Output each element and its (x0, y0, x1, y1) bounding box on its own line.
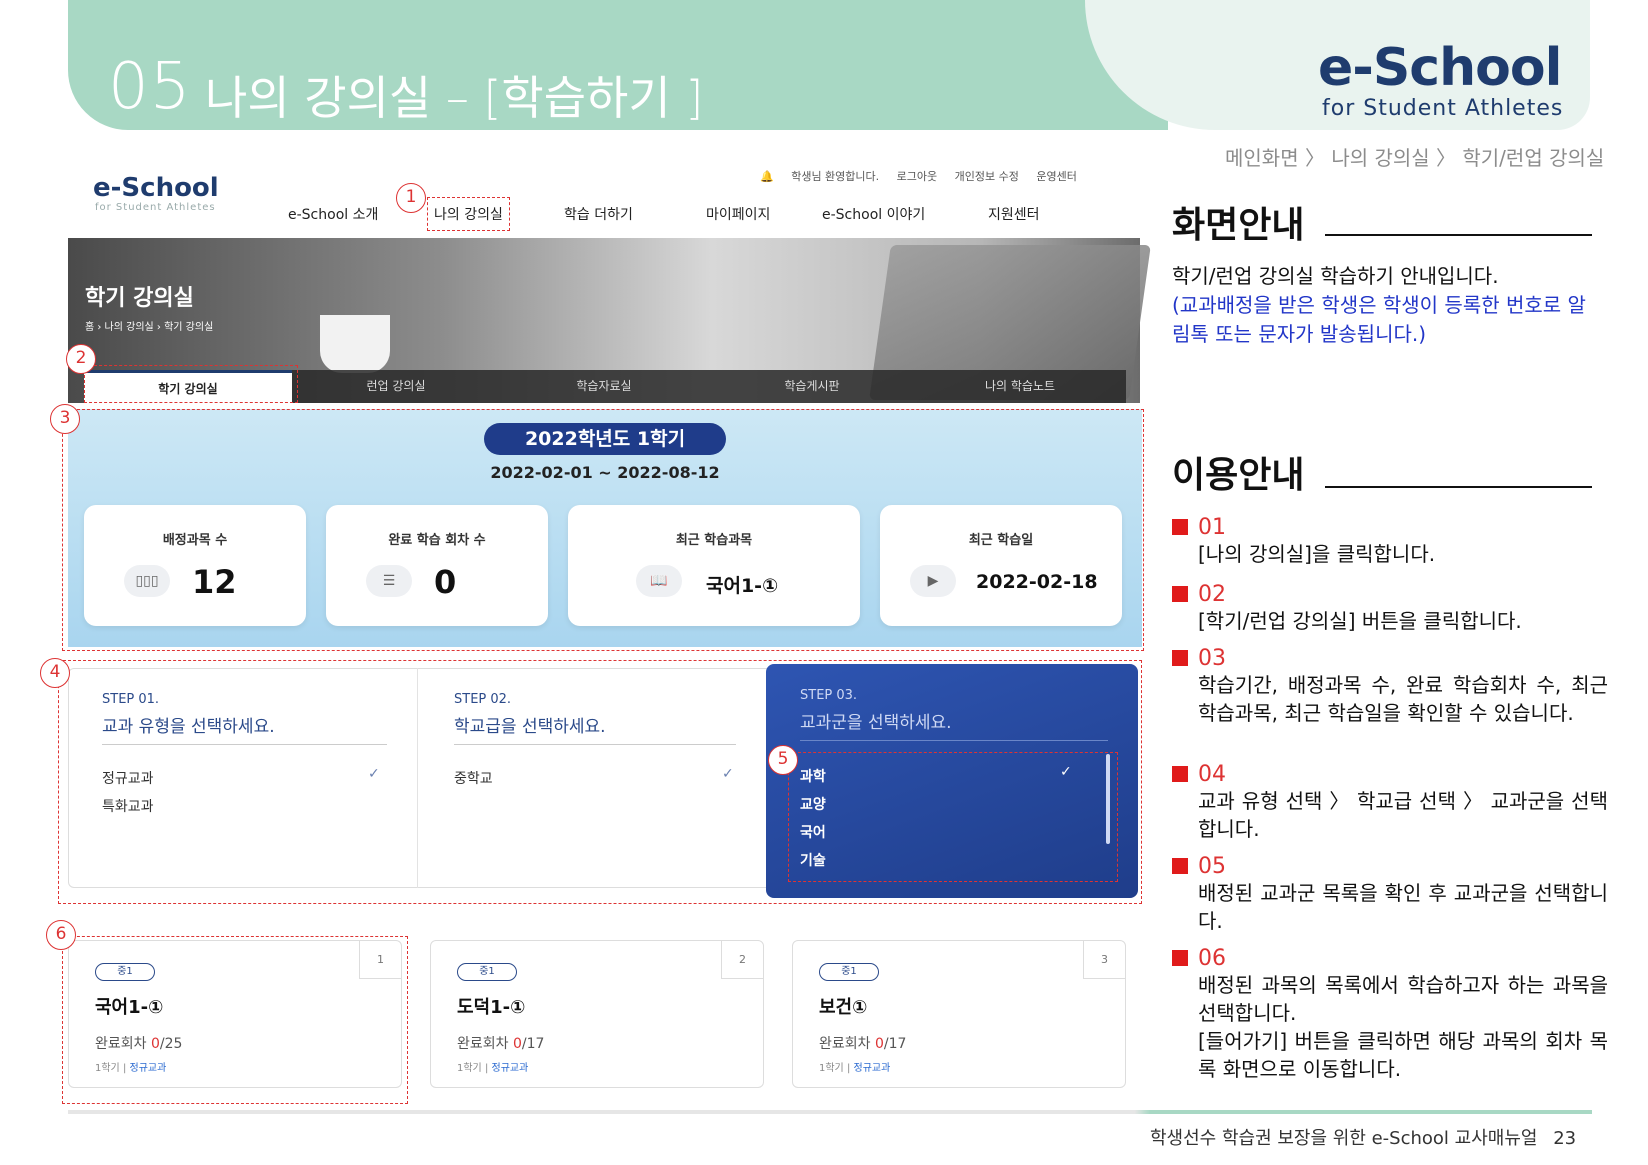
item-number: 02 (1198, 582, 1226, 607)
progress-label: 완료회차 (457, 1036, 509, 1052)
course-card[interactable]: 2 중1 도덕1-① 완료회차 0/17 1학기 | 정규교과 (430, 940, 764, 1088)
item-desc: [학기/런업 강의실] 버튼을 클릭합니다. (1198, 609, 1522, 633)
item-number: 05 (1198, 854, 1226, 879)
footer: 학생선수 학습권 보장을 위한 e-School 교사매뉴얼 23 (1150, 1124, 1576, 1150)
breadcrumb: 메인화면 〉 나의 강의실 〉 학기/런업 강의실 (1225, 146, 1605, 170)
square-bullet-icon (1172, 950, 1188, 966)
brand-logo: e-School (1318, 38, 1562, 98)
hero-title: 학기 강의실 (85, 286, 194, 311)
marker-6: 6 (46, 920, 76, 950)
square-bullet-icon (1172, 650, 1188, 666)
site-logo-subtitle: for Student Athletes (95, 202, 216, 213)
bell-icon[interactable]: 🔔 (760, 170, 774, 183)
usage-guide-heading: 이용안내 (1172, 455, 1305, 496)
item-number: 04 (1198, 762, 1226, 787)
item-desc: 배정된 교과군 목록을 확인 후 교과군을 선택합니다. (1198, 881, 1608, 933)
progress-label: 완료회차 (819, 1036, 871, 1052)
highlight-box-3 (62, 409, 1144, 651)
item-desc: [나의 강의실]을 클릭합니다. (1198, 542, 1436, 566)
progress-total: /17 (883, 1036, 907, 1052)
course-term: 1학기 (457, 1063, 482, 1074)
grade-badge: 중1 (819, 963, 879, 981)
welcome-text: 학생님 환영합니다. (791, 170, 880, 183)
nav-learn-more[interactable]: 학습 더하기 (564, 204, 633, 224)
grade-badge: 중1 (457, 963, 517, 981)
nav-story[interactable]: e-School 이야기 (822, 204, 925, 224)
highlight-box-5 (788, 752, 1118, 882)
course-term: 1학기 (819, 1063, 844, 1074)
usage-item-02: 02 [학기/런업 강의실] 버튼을 클릭합니다. (1172, 582, 1608, 635)
square-bullet-icon (1172, 586, 1188, 602)
course-type: 정규교과 (853, 1063, 891, 1074)
tab-runup-classroom[interactable]: 런업 강의실 (292, 370, 500, 403)
item-number: 01 (1198, 515, 1226, 540)
logout-link[interactable]: 로그아웃 (897, 170, 937, 183)
progress-done: 0 (512, 1036, 522, 1052)
footer-title: 학생선수 학습권 보장을 위한 e-School 교사매뉴얼 (1150, 1128, 1538, 1149)
highlight-box-6 (62, 936, 408, 1104)
course-number: 3 (1083, 941, 1125, 979)
brand-subtitle: for Student Athletes (1322, 96, 1564, 121)
heading-rule (1325, 486, 1592, 488)
support-center-link[interactable]: 운영센터 (1036, 170, 1076, 183)
course-name: 도덕1-① (457, 997, 526, 1018)
item-desc: 배정된 과목의 목록에서 학습하고자 하는 과목을 선택합니다. (1198, 973, 1608, 1025)
square-bullet-icon (1172, 766, 1188, 782)
usage-item-05: 05 배정된 교과군 목록을 확인 후 교과군을 선택합니다. (1172, 854, 1608, 935)
progress-total: /17 (521, 1036, 545, 1052)
course-card[interactable]: 3 중1 보건① 완료회차 0/17 1학기 | 정규교과 (792, 940, 1126, 1088)
nav-about[interactable]: e-School 소개 (288, 204, 378, 224)
section-number: 05 (108, 50, 192, 124)
page-number: 23 (1553, 1128, 1577, 1149)
footer-rule (68, 1110, 1592, 1114)
course-meta: 1학기 | 정규교과 (819, 1063, 891, 1074)
intro-note: (교과배정을 받은 학생은 학생이 등록한 번호로 알림톡 또는 문자가 발송됩… (1172, 293, 1586, 346)
course-name: 보건① (819, 997, 868, 1018)
marker-3: 3 (50, 404, 80, 434)
screen-guide-heading: 화면안내 (1172, 205, 1305, 246)
tab-notes[interactable]: 나의 학습노트 (916, 370, 1124, 403)
hero-breadcrumb: 홈 › 나의 강의실 › 학기 강의실 (85, 322, 214, 333)
course-progress: 완료회차 0/17 (819, 1033, 906, 1053)
page-title: 나의 강의실 – [학습하기 ] (205, 71, 704, 125)
usage-item-01: 01 [나의 강의실]을 클릭합니다. (1172, 515, 1608, 568)
nav-support[interactable]: 지원센터 (988, 204, 1040, 224)
tab-board[interactable]: 학습게시판 (708, 370, 916, 403)
heading-rule (1325, 234, 1592, 236)
item-number: 03 (1198, 646, 1226, 671)
highlight-box-2 (84, 365, 298, 403)
item-desc: 교과 유형 선택 〉 학교급 선택 〉 교과군을 선택합니다. (1198, 789, 1608, 841)
profile-edit-link[interactable]: 개인정보 수정 (955, 170, 1019, 183)
tab-materials[interactable]: 학습자료실 (500, 370, 708, 403)
marker-4: 4 (40, 658, 70, 688)
course-number: 2 (721, 941, 763, 979)
course-meta: 1학기 | 정규교과 (457, 1063, 529, 1074)
nav-mypage[interactable]: 마이페이지 (706, 204, 770, 224)
item-desc-extra: [들어가기] 버튼을 클릭하면 해당 과목의 회차 목록 화면으로 이동합니다. (1198, 1029, 1608, 1081)
square-bullet-icon (1172, 858, 1188, 874)
intro-line: 학기/런업 강의실 학습하기 안내입니다. (1172, 264, 1499, 288)
top-links: 🔔 학생님 환영합니다. 로그아웃 개인정보 수정 운영센터 (760, 168, 1091, 184)
item-number: 06 (1198, 946, 1226, 971)
usage-item-06: 06 배정된 과목의 목록에서 학습하고자 하는 과목을 선택합니다. [들어가… (1172, 946, 1608, 1083)
course-progress: 완료회차 0/17 (457, 1033, 544, 1053)
usage-item-04: 04 교과 유형 선택 〉 학교급 선택 〉 교과군을 선택합니다. (1172, 762, 1608, 843)
usage-item-03: 03 학습기간, 배정과목 수, 완료 학습회차 수, 최근 학습과목, 최근 … (1172, 646, 1608, 727)
marker-1: 1 (396, 183, 426, 213)
square-bullet-icon (1172, 519, 1188, 535)
course-type: 정규교과 (491, 1063, 529, 1074)
cup-image (320, 315, 390, 373)
site-logo[interactable]: e-School (93, 173, 219, 203)
screen-guide-text: 학기/런업 강의실 학습하기 안내입니다. (교과배정을 받은 학생은 학생이 … (1172, 262, 1592, 349)
marker-2: 2 (66, 344, 96, 374)
marker-5: 5 (768, 745, 798, 775)
nav-my-classroom[interactable]: 나의 강의실 (427, 197, 510, 231)
progress-done: 0 (874, 1036, 884, 1052)
item-desc: 학습기간, 배정과목 수, 완료 학습회차 수, 최근 학습과목, 최근 학습일… (1198, 673, 1608, 725)
